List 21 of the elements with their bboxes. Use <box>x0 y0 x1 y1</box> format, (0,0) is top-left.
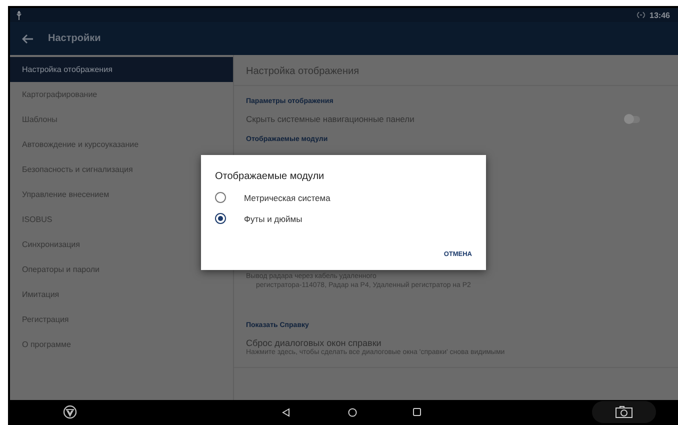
toggle-switch[interactable] <box>626 116 640 122</box>
logo-icon[interactable] <box>63 405 77 419</box>
back-arrow-icon[interactable] <box>22 34 34 44</box>
radio-label[interactable]: Футы и дюймы <box>244 214 302 224</box>
radio-button[interactable] <box>215 192 226 203</box>
content-title: Настройка отображения <box>246 64 360 78</box>
sidebar-item[interactable]: Настройка отображения <box>10 57 233 82</box>
signal-icon <box>636 12 645 18</box>
radio-button[interactable] <box>215 213 226 224</box>
setting-label: Скрыть системные навигационные панели <box>246 114 414 124</box>
back-icon[interactable] <box>282 408 290 417</box>
screenshot-button[interactable] <box>592 401 656 423</box>
home-icon[interactable] <box>348 408 357 417</box>
radio-label[interactable]: Метрическая система <box>244 192 330 202</box>
recents-icon[interactable] <box>413 408 421 416</box>
app-bar-title: Настройки <box>48 33 101 44</box>
usb-icon <box>16 10 22 20</box>
camera-icon <box>615 406 633 418</box>
setting-label[interactable]: Сброс диалоговых окон справки <box>246 338 678 348</box>
dialog-title: Отображаемые модули <box>215 171 326 182</box>
status-time: 13:46 <box>650 10 670 20</box>
